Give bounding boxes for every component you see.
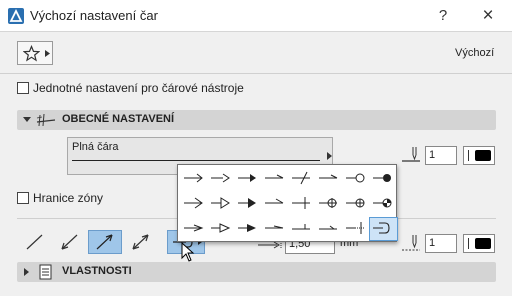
arrowhead-option[interactable] [261, 217, 288, 239]
arrowhead-option[interactable] [207, 217, 234, 239]
pen-bar [468, 150, 469, 161]
line-preview [72, 160, 320, 161]
arrowhead-option[interactable] [342, 217, 369, 239]
arrowhead-option-selected[interactable] [369, 217, 398, 241]
arrowhead-option[interactable] [342, 167, 369, 189]
line-arrow-end-button[interactable] [88, 230, 122, 254]
star-icon [23, 45, 40, 62]
arrowhead-option[interactable] [180, 167, 207, 189]
arrowhead-option[interactable] [315, 217, 342, 239]
line-settings-icon [36, 112, 56, 128]
arrowhead-option[interactable] [288, 217, 315, 239]
uniform-settings-label: Jednotné nastavení pro čárové nástroje [33, 81, 244, 95]
line-type-arrow-icon [327, 152, 332, 160]
favorites-button[interactable] [17, 41, 53, 65]
arrowhead-option[interactable] [234, 167, 261, 189]
general-section-header[interactable]: OBECNÉ NASTAVENÍ [17, 110, 496, 130]
pen-bar [468, 238, 469, 249]
line-arrow-start-button[interactable] [53, 230, 87, 254]
help-button[interactable]: ? [429, 4, 457, 28]
arrow-pen-color-swatch [475, 238, 491, 249]
close-button[interactable]: × [474, 4, 502, 28]
divider [0, 73, 512, 74]
arrowhead-option[interactable] [315, 167, 342, 189]
arrow-pen-color-button[interactable] [463, 234, 495, 253]
arrowhead-popup [177, 164, 398, 242]
arrowhead-option[interactable] [234, 217, 261, 239]
archicad-app-icon [8, 8, 24, 24]
arrowhead-option[interactable] [369, 192, 396, 214]
favorites-arrow-icon [45, 50, 50, 57]
properties-section-title: VLASTNOSTI [62, 265, 132, 277]
arrowhead-option[interactable] [342, 192, 369, 214]
arrowhead-option[interactable] [207, 167, 234, 189]
arrowhead-option[interactable] [180, 217, 207, 239]
line-no-arrow-button[interactable] [18, 230, 52, 254]
pen-number-field[interactable]: 1 [425, 146, 457, 165]
arrow-pen-number-field[interactable]: 1 [425, 234, 457, 253]
arrowhead-option[interactable] [288, 192, 315, 214]
title-bar: Výchozí nastavení čar ? × [0, 0, 512, 32]
arrowhead-option[interactable] [315, 192, 342, 214]
line-type-name: Plná čára [72, 141, 119, 153]
pen-color-button[interactable] [463, 146, 495, 165]
arrowhead-option[interactable] [207, 192, 234, 214]
window-title: Výchozí nastavení čar [30, 8, 158, 23]
expand-right-icon [24, 268, 29, 276]
arrowhead-option[interactable] [288, 167, 315, 189]
line-arrow-both-button[interactable] [124, 230, 158, 254]
arrowhead-option[interactable] [261, 167, 288, 189]
arrowhead-option[interactable] [369, 167, 396, 189]
arrowhead-option[interactable] [261, 192, 288, 214]
expand-down-icon [23, 117, 31, 122]
properties-section-header[interactable]: VLASTNOSTI [17, 262, 496, 282]
properties-icon [39, 264, 53, 280]
preset-name: Výchozí [455, 47, 495, 59]
zone-border-label: Hranice zóny [33, 191, 104, 205]
mouse-cursor-icon [181, 242, 195, 262]
general-section-title: OBECNÉ NASTAVENÍ [62, 113, 175, 125]
arrow-pen-icon [400, 234, 422, 254]
arrowhead-option[interactable] [180, 192, 207, 214]
uniform-settings-checkbox[interactable] [17, 82, 29, 94]
pen-color-swatch [475, 150, 491, 161]
arrowhead-option[interactable] [234, 192, 261, 214]
pen-icon [400, 146, 422, 164]
zone-border-checkbox[interactable] [17, 192, 29, 204]
